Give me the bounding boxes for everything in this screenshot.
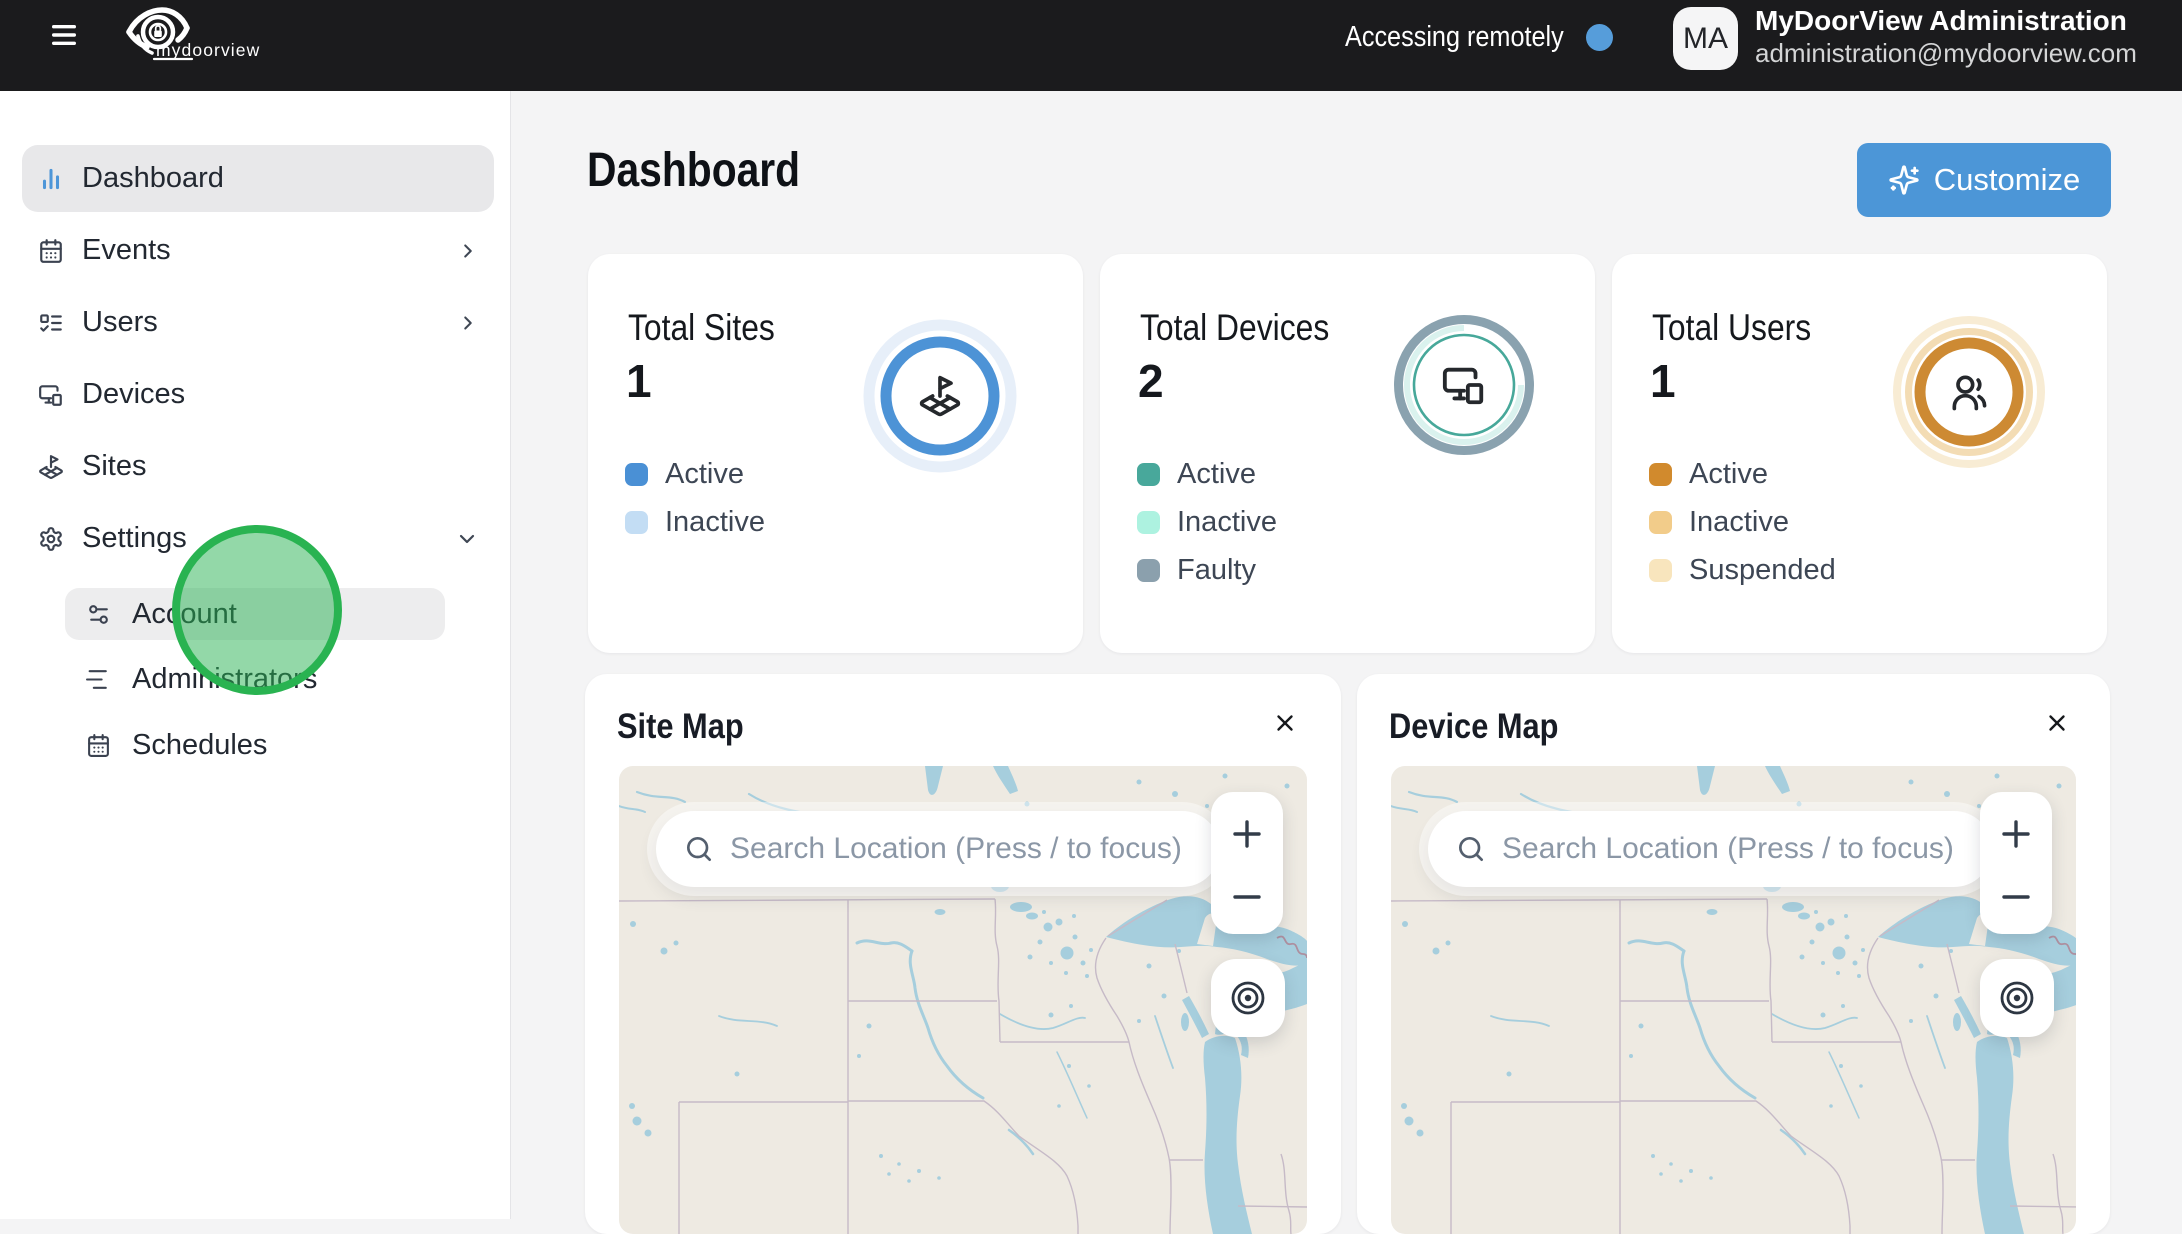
svg-text:mydoorview: mydoorview	[156, 40, 260, 60]
